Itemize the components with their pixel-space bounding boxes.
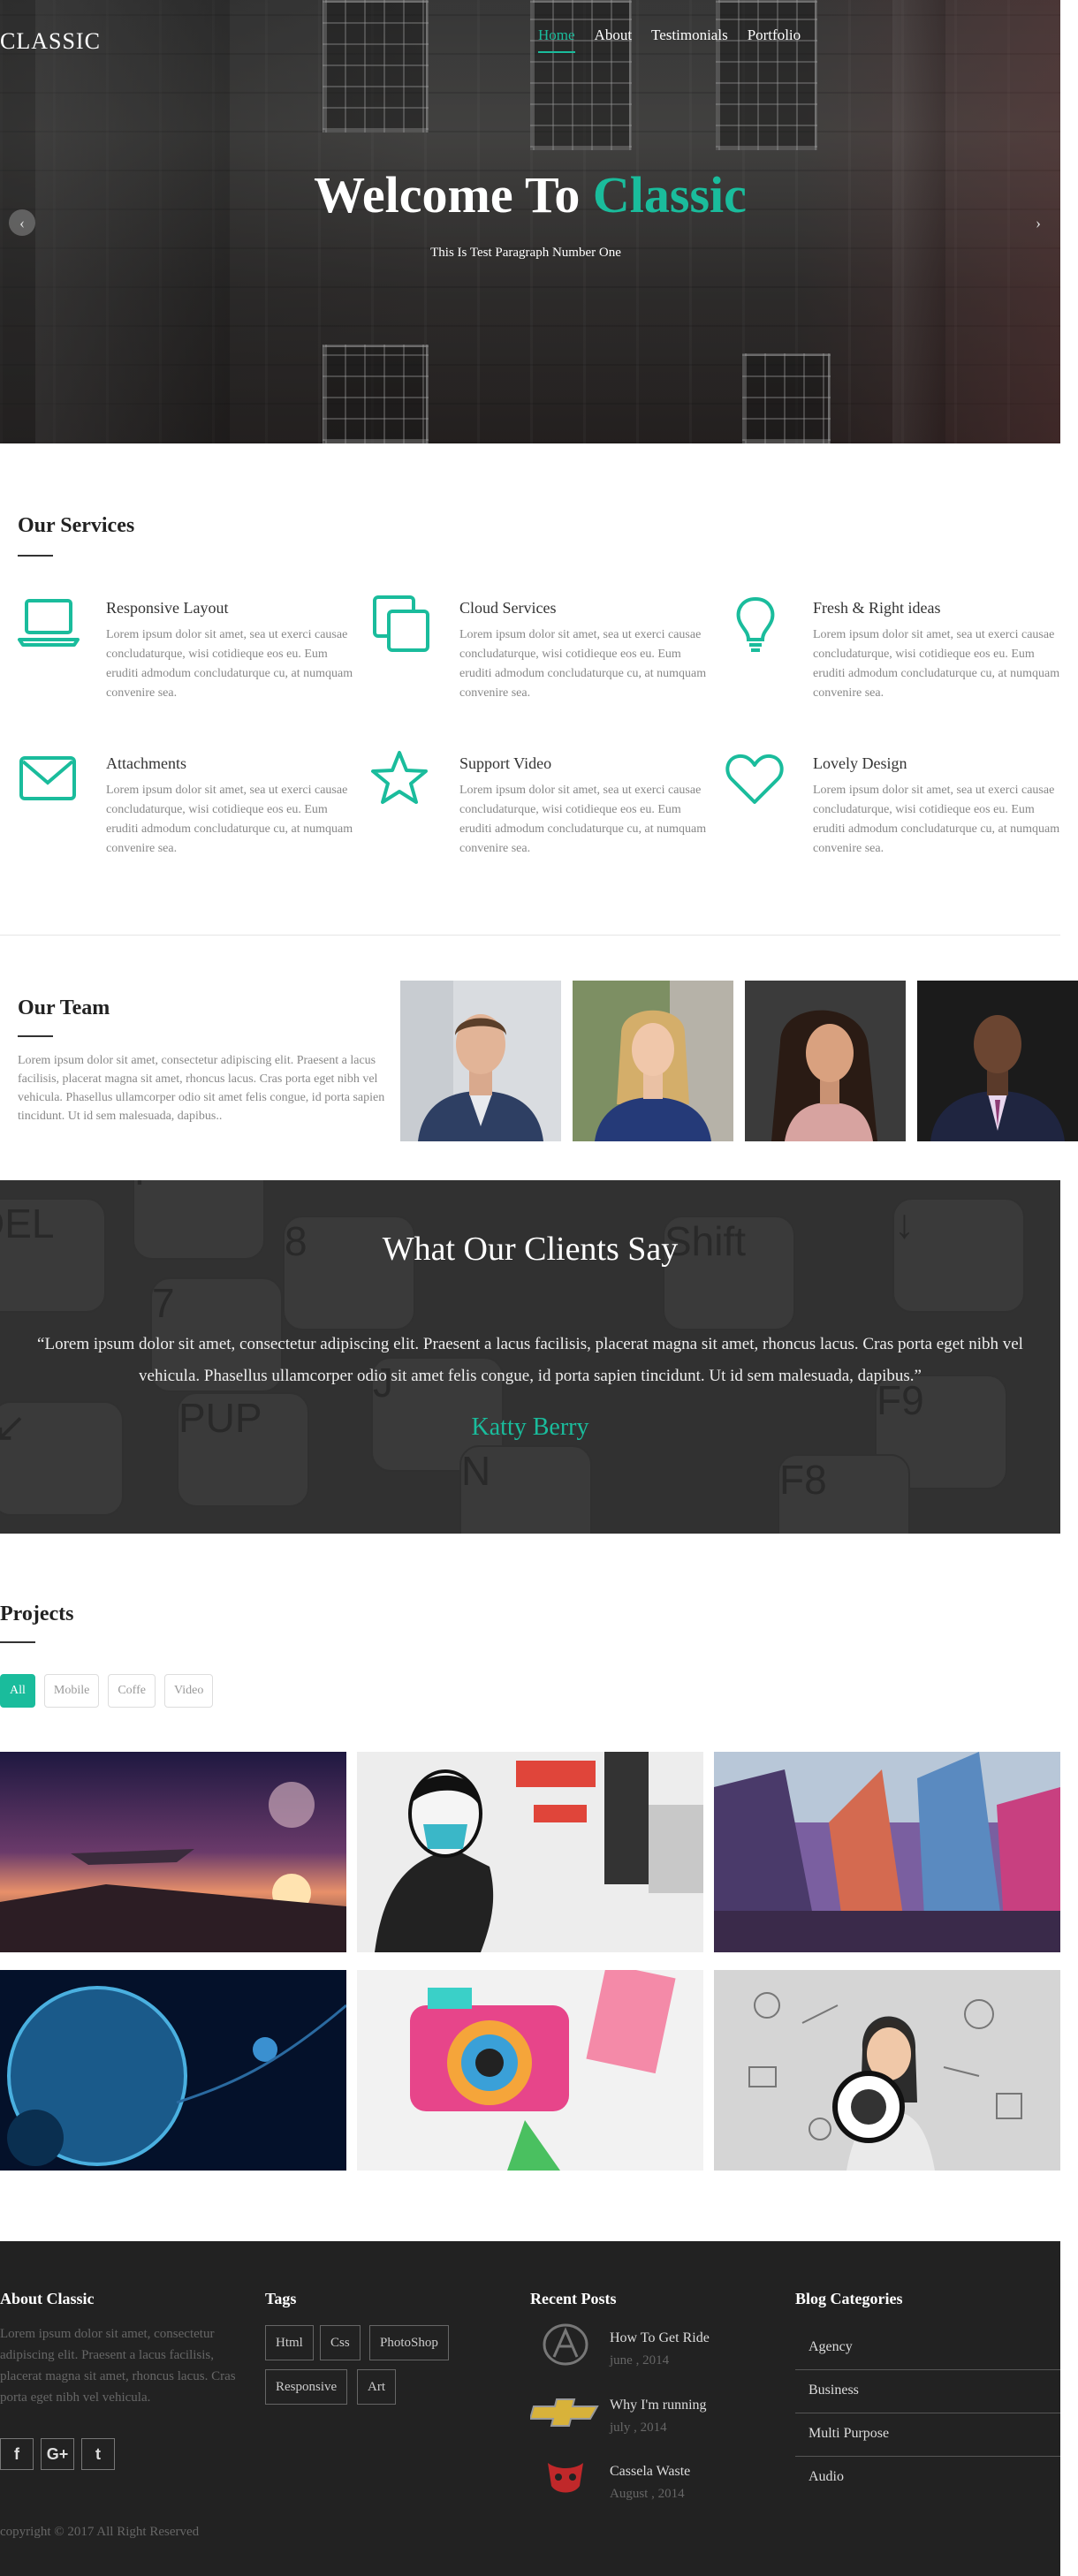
service-text: Lorem ipsum dolor sit amet, sea ut exerc… — [459, 784, 707, 855]
service-text: Lorem ipsum dolor sit amet, sea ut exerc… — [813, 784, 1060, 855]
dodge-logo-icon — [548, 2463, 583, 2493]
testimonials-title: What Our Clients Say — [382, 1231, 679, 1268]
tag-photoshop[interactable]: PhotoShop — [369, 2325, 449, 2360]
heart-icon — [725, 754, 784, 804]
hero-title-accent: Classic — [592, 166, 747, 224]
footer-about-title: About Classic — [0, 2290, 95, 2307]
star-icon — [371, 751, 428, 804]
lightbulb-icon — [736, 596, 775, 652]
services-title-underline — [18, 555, 53, 557]
services-title: Our Services — [18, 514, 135, 537]
team-title: Our Team — [18, 996, 110, 1019]
section-divider — [0, 935, 1060, 936]
service-text: Lorem ipsum dolor sit amet, sea ut exerc… — [813, 628, 1060, 700]
service-title: Responsive Layout — [106, 599, 229, 617]
tag-art[interactable]: Art — [357, 2369, 396, 2405]
team-member-photo[interactable] — [745, 981, 906, 1141]
filter-all[interactable]: All — [0, 1674, 35, 1708]
category-link[interactable]: Multi Purpose — [795, 2413, 1060, 2457]
project-thumbnail[interactable] — [714, 1752, 1060, 1952]
hero-title-main: Welcome To — [314, 166, 593, 224]
service-title: Cloud Services — [459, 599, 557, 617]
site-logo[interactable]: CLASSIC — [0, 28, 101, 55]
service-title: Lovely Design — [813, 754, 907, 772]
footer-tags-title: Tags — [265, 2290, 297, 2307]
nav-portfolio[interactable]: Portfolio — [748, 27, 801, 53]
post-title[interactable]: Why I'm running — [610, 2398, 707, 2413]
google-plus-icon[interactable]: G+ — [41, 2438, 74, 2470]
project-thumbnail[interactable] — [0, 1752, 346, 1952]
service-title: Fresh & Right ideas — [813, 599, 941, 617]
post-date: june , 2014 — [610, 2353, 670, 2368]
nav-about[interactable]: About — [595, 27, 633, 53]
slider-prev-button[interactable]: ‹ — [9, 209, 35, 236]
projects-title-underline — [0, 1641, 35, 1643]
envelope-icon — [19, 756, 76, 800]
project-thumbnail[interactable] — [0, 1970, 346, 2171]
team-description: Lorem ipsum dolor sit amet, consectetur … — [18, 1054, 385, 1123]
filter-video[interactable]: Video — [163, 1674, 214, 1708]
project-filters: All Mobile Coffe Video — [0, 1674, 214, 1708]
post-title[interactable]: Cassela Waste — [610, 2464, 690, 2480]
category-link[interactable]: Business — [795, 2370, 1060, 2413]
slider-next-button[interactable]: › — [1025, 209, 1051, 236]
main-nav: Home About Testimonials Portfolio — [538, 27, 820, 53]
laptop-icon — [18, 599, 80, 647]
tag-responsive[interactable]: Responsive — [265, 2369, 348, 2405]
project-thumbnail[interactable] — [714, 1970, 1060, 2171]
testimonials-section: DEL F 7 8 Shift ↓ PUP J N F9 F8 ↙ What O… — [0, 1180, 1060, 1534]
footer-posts-title: Recent Posts — [530, 2290, 617, 2307]
post-date: August , 2014 — [610, 2487, 685, 2501]
hero-slider: CLASSIC Home About Testimonials Portfoli… — [0, 0, 1060, 443]
project-thumbnail[interactable] — [357, 1752, 703, 1952]
nav-testimonials[interactable]: Testimonials — [651, 27, 728, 53]
copy-icon — [373, 595, 429, 652]
filter-coffe[interactable]: Coffe — [108, 1674, 156, 1708]
footer-about-text: Lorem ipsum dolor sit amet, consectetur … — [0, 2327, 236, 2405]
filter-mobile[interactable]: Mobile — [43, 1674, 100, 1708]
project-thumbnail[interactable] — [357, 1970, 703, 2171]
service-title: Attachments — [106, 754, 186, 772]
projects-title: Projects — [0, 1602, 74, 1625]
chevrolet-logo-icon — [530, 2398, 599, 2427]
nav-home[interactable]: Home — [538, 27, 575, 53]
category-link[interactable]: Agency — [795, 2327, 1060, 2370]
team-member-photo[interactable] — [400, 981, 561, 1141]
hero-title: Welcome To Classic — [0, 165, 1060, 224]
testimonial-author: Katty Berry — [471, 1413, 589, 1441]
twitter-icon[interactable]: t — [81, 2438, 115, 2470]
team-member-photo[interactable] — [917, 981, 1078, 1141]
hero-subtitle: This Is Test Paragraph Number One — [430, 246, 621, 260]
category-link[interactable]: Audio — [795, 2457, 1060, 2500]
service-text: Lorem ipsum dolor sit amet, sea ut exerc… — [106, 784, 353, 855]
team-title-underline — [18, 1035, 53, 1037]
tag-css[interactable]: Css — [320, 2325, 361, 2360]
service-title: Support Video — [459, 754, 552, 772]
team-member-photo[interactable] — [573, 981, 733, 1141]
service-text: Lorem ipsum dolor sit amet, sea ut exerc… — [459, 628, 707, 700]
facebook-icon[interactable]: f — [0, 2438, 34, 2470]
testimonial-quote: “Lorem ipsum dolor sit amet, consectetur… — [37, 1335, 1023, 1385]
copyright: copyright © 2017 All Right Reserved — [0, 2525, 200, 2539]
post-date: july , 2014 — [610, 2421, 667, 2435]
service-text: Lorem ipsum dolor sit amet, sea ut exerc… — [106, 628, 353, 700]
post-title[interactable]: How To Get Ride — [610, 2330, 710, 2346]
tag-html[interactable]: Html — [265, 2325, 314, 2360]
footer-categories-title: Blog Categories — [795, 2290, 903, 2307]
acura-logo-icon — [543, 2323, 588, 2366]
